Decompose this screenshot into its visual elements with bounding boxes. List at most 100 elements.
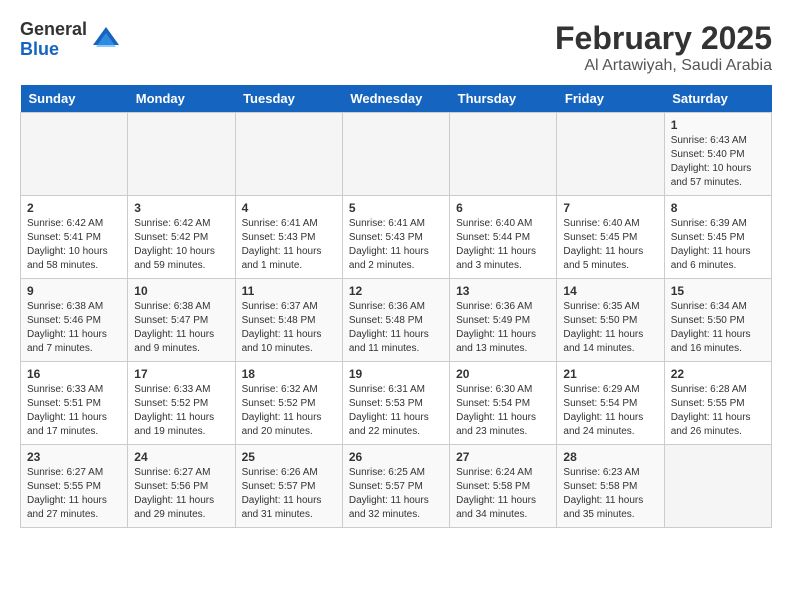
calendar-cell: 13 Sunrise: 6:36 AM Sunset: 5:49 PM Dayli… xyxy=(450,279,557,362)
weekday-sunday: Sunday xyxy=(21,85,128,113)
day-number: 9 xyxy=(27,284,121,298)
day-info: Sunrise: 6:31 AM Sunset: 5:53 PM Dayligh… xyxy=(349,383,443,439)
calendar-cell: 16 Sunrise: 6:33 AM Sunset: 5:51 PM Dayli… xyxy=(21,362,128,445)
day-number: 14 xyxy=(563,284,657,298)
weekday-saturday: Saturday xyxy=(664,85,771,113)
page-header: General Blue February 2025 Al Artawiyah,… xyxy=(20,20,772,75)
logo-general: General xyxy=(20,20,87,40)
calendar-cell: 14 Sunrise: 6:35 AM Sunset: 5:50 PM Dayli… xyxy=(557,279,664,362)
logo: General Blue xyxy=(20,20,121,60)
calendar-cell: 5Sunrise: 6:41 AM Sunset: 5:43 PM Daylig… xyxy=(342,196,449,279)
calendar-cell: 3 Sunrise: 6:42 AM Sunset: 5:42 PM Daylig… xyxy=(128,196,235,279)
calendar-cell: 15 Sunrise: 6:34 AM Sunset: 5:50 PM Dayli… xyxy=(664,279,771,362)
calendar-cell: 1Sunrise: 6:43 AM Sunset: 5:40 PM Daylig… xyxy=(664,113,771,196)
weekday-monday: Monday xyxy=(128,85,235,113)
calendar-cell: 24 Sunrise: 6:27 AM Sunset: 5:56 PM Dayli… xyxy=(128,445,235,528)
day-info: Sunrise: 6:27 AM Sunset: 5:56 PM Dayligh… xyxy=(134,466,228,522)
logo-icon xyxy=(91,25,121,55)
calendar-table: SundayMondayTuesdayWednesdayThursdayFrid… xyxy=(20,85,772,528)
day-info: Sunrise: 6:42 AM Sunset: 5:42 PM Dayligh… xyxy=(134,217,228,273)
day-number: 5 xyxy=(349,201,443,215)
day-number: 10 xyxy=(134,284,228,298)
day-number: 20 xyxy=(456,367,550,381)
title-block: February 2025 Al Artawiyah, Saudi Arabia xyxy=(555,20,772,75)
day-info: Sunrise: 6:33 AM Sunset: 5:52 PM Dayligh… xyxy=(134,383,228,439)
day-info: Sunrise: 6:28 AM Sunset: 5:55 PM Dayligh… xyxy=(671,383,765,439)
calendar-cell: 4 Sunrise: 6:41 AM Sunset: 5:43 PM Daylig… xyxy=(235,196,342,279)
calendar-subtitle: Al Artawiyah, Saudi Arabia xyxy=(555,57,772,75)
day-number: 6 xyxy=(456,201,550,215)
day-number: 7 xyxy=(563,201,657,215)
weekday-row: SundayMondayTuesdayWednesdayThursdayFrid… xyxy=(21,85,772,113)
day-info: Sunrise: 6:41 AM Sunset: 5:43 PM Dayligh… xyxy=(242,217,336,273)
calendar-cell: 23 Sunrise: 6:27 AM Sunset: 5:55 PM Dayli… xyxy=(21,445,128,528)
calendar-cell xyxy=(235,113,342,196)
day-info: Sunrise: 6:34 AM Sunset: 5:50 PM Dayligh… xyxy=(671,300,765,356)
calendar-cell: 12 Sunrise: 6:36 AM Sunset: 5:48 PM Dayli… xyxy=(342,279,449,362)
calendar-cell: 22 Sunrise: 6:28 AM Sunset: 5:55 PM Dayli… xyxy=(664,362,771,445)
calendar-cell: 25 Sunrise: 6:26 AM Sunset: 5:57 PM Dayli… xyxy=(235,445,342,528)
day-number: 4 xyxy=(242,201,336,215)
day-info: Sunrise: 6:32 AM Sunset: 5:52 PM Dayligh… xyxy=(242,383,336,439)
calendar-cell: 21Sunrise: 6:29 AM Sunset: 5:54 PM Dayli… xyxy=(557,362,664,445)
calendar-cell: 7 Sunrise: 6:40 AM Sunset: 5:45 PM Daylig… xyxy=(557,196,664,279)
weekday-wednesday: Wednesday xyxy=(342,85,449,113)
calendar-cell: 6 Sunrise: 6:40 AM Sunset: 5:44 PM Daylig… xyxy=(450,196,557,279)
day-info: Sunrise: 6:40 AM Sunset: 5:45 PM Dayligh… xyxy=(563,217,657,273)
day-number: 16 xyxy=(27,367,121,381)
day-info: Sunrise: 6:38 AM Sunset: 5:47 PM Dayligh… xyxy=(134,300,228,356)
day-number: 1 xyxy=(671,118,765,132)
day-number: 26 xyxy=(349,450,443,464)
day-number: 11 xyxy=(242,284,336,298)
day-info: Sunrise: 6:27 AM Sunset: 5:55 PM Dayligh… xyxy=(27,466,121,522)
day-info: Sunrise: 6:40 AM Sunset: 5:44 PM Dayligh… xyxy=(456,217,550,273)
calendar-cell: 10 Sunrise: 6:38 AM Sunset: 5:47 PM Dayli… xyxy=(128,279,235,362)
day-number: 13 xyxy=(456,284,550,298)
calendar-week-row: 2 Sunrise: 6:42 AM Sunset: 5:41 PM Daylig… xyxy=(21,196,772,279)
calendar-week-row: 16 Sunrise: 6:33 AM Sunset: 5:51 PM Dayli… xyxy=(21,362,772,445)
day-number: 17 xyxy=(134,367,228,381)
day-number: 21 xyxy=(563,367,657,381)
day-info: Sunrise: 6:36 AM Sunset: 5:48 PM Dayligh… xyxy=(349,300,443,356)
calendar-cell: 11Sunrise: 6:37 AM Sunset: 5:48 PM Dayli… xyxy=(235,279,342,362)
calendar-week-row: 1Sunrise: 6:43 AM Sunset: 5:40 PM Daylig… xyxy=(21,113,772,196)
day-number: 18 xyxy=(242,367,336,381)
calendar-cell xyxy=(557,113,664,196)
day-info: Sunrise: 6:25 AM Sunset: 5:57 PM Dayligh… xyxy=(349,466,443,522)
day-info: Sunrise: 6:38 AM Sunset: 5:46 PM Dayligh… xyxy=(27,300,121,356)
day-number: 23 xyxy=(27,450,121,464)
day-number: 25 xyxy=(242,450,336,464)
day-info: Sunrise: 6:26 AM Sunset: 5:57 PM Dayligh… xyxy=(242,466,336,522)
day-number: 27 xyxy=(456,450,550,464)
calendar-cell: 20 Sunrise: 6:30 AM Sunset: 5:54 PM Dayli… xyxy=(450,362,557,445)
day-info: Sunrise: 6:33 AM Sunset: 5:51 PM Dayligh… xyxy=(27,383,121,439)
calendar-cell: 26 Sunrise: 6:25 AM Sunset: 5:57 PM Dayli… xyxy=(342,445,449,528)
weekday-thursday: Thursday xyxy=(450,85,557,113)
weekday-friday: Friday xyxy=(557,85,664,113)
calendar-cell: 17 Sunrise: 6:33 AM Sunset: 5:52 PM Dayli… xyxy=(128,362,235,445)
calendar-cell: 9 Sunrise: 6:38 AM Sunset: 5:46 PM Daylig… xyxy=(21,279,128,362)
calendar-week-row: 9 Sunrise: 6:38 AM Sunset: 5:46 PM Daylig… xyxy=(21,279,772,362)
day-number: 2 xyxy=(27,201,121,215)
calendar-cell xyxy=(128,113,235,196)
day-info: Sunrise: 6:42 AM Sunset: 5:41 PM Dayligh… xyxy=(27,217,121,273)
calendar-cell xyxy=(450,113,557,196)
day-info: Sunrise: 6:39 AM Sunset: 5:45 PM Dayligh… xyxy=(671,217,765,273)
day-number: 28 xyxy=(563,450,657,464)
day-number: 12 xyxy=(349,284,443,298)
day-number: 15 xyxy=(671,284,765,298)
day-info: Sunrise: 6:36 AM Sunset: 5:49 PM Dayligh… xyxy=(456,300,550,356)
calendar-week-row: 23 Sunrise: 6:27 AM Sunset: 5:55 PM Dayli… xyxy=(21,445,772,528)
calendar-cell xyxy=(342,113,449,196)
day-info: Sunrise: 6:30 AM Sunset: 5:54 PM Dayligh… xyxy=(456,383,550,439)
calendar-cell: 19Sunrise: 6:31 AM Sunset: 5:53 PM Dayli… xyxy=(342,362,449,445)
day-number: 22 xyxy=(671,367,765,381)
day-number: 3 xyxy=(134,201,228,215)
calendar-cell: 28Sunrise: 6:23 AM Sunset: 5:58 PM Dayli… xyxy=(557,445,664,528)
day-number: 24 xyxy=(134,450,228,464)
day-info: Sunrise: 6:35 AM Sunset: 5:50 PM Dayligh… xyxy=(563,300,657,356)
calendar-cell xyxy=(21,113,128,196)
calendar-header: SundayMondayTuesdayWednesdayThursdayFrid… xyxy=(21,85,772,113)
weekday-tuesday: Tuesday xyxy=(235,85,342,113)
calendar-cell: 2 Sunrise: 6:42 AM Sunset: 5:41 PM Daylig… xyxy=(21,196,128,279)
